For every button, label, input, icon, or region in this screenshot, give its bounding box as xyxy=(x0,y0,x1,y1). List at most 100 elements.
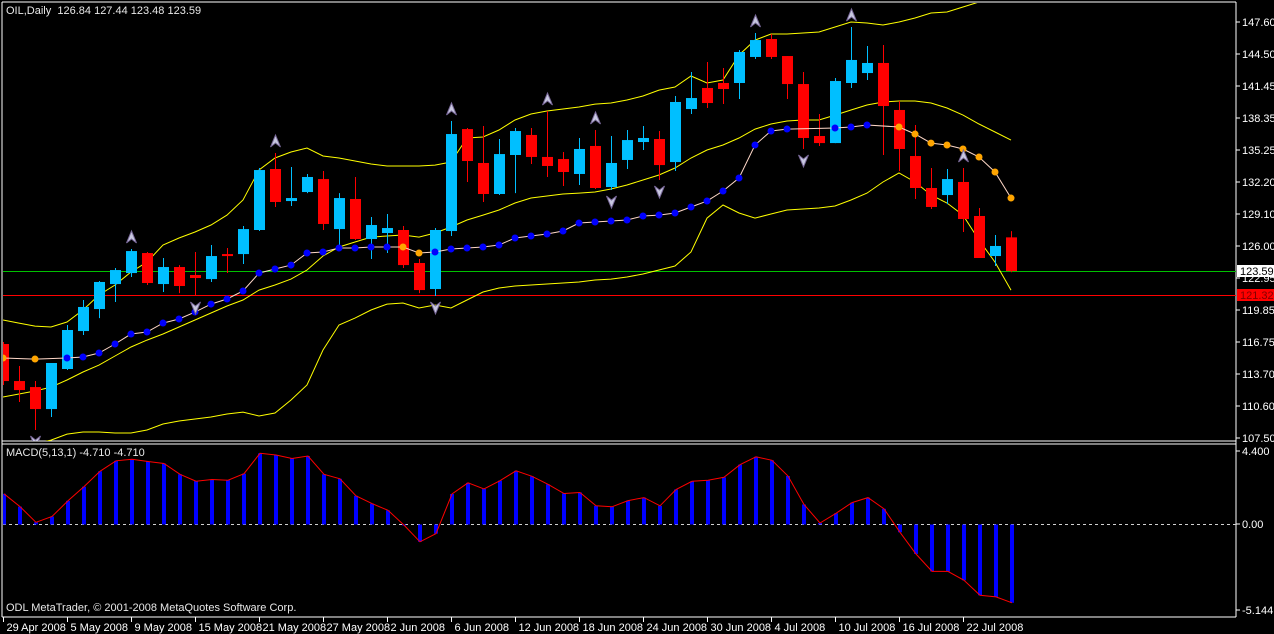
candle-body xyxy=(142,253,153,284)
macd-bar xyxy=(258,453,262,525)
candle[interactable] xyxy=(622,129,633,169)
candle[interactable] xyxy=(206,245,217,282)
macd-bar xyxy=(834,513,838,525)
candle[interactable] xyxy=(222,248,233,274)
macd-bar xyxy=(66,500,70,525)
fractal-up-arrow-icon xyxy=(542,91,553,106)
candle[interactable] xyxy=(30,381,41,431)
candle[interactable] xyxy=(750,32,761,60)
indicator-dot xyxy=(559,227,567,235)
fractal-up-arrow-icon xyxy=(590,110,601,125)
macd-bar xyxy=(274,454,278,525)
candle[interactable] xyxy=(142,251,153,285)
candle-body xyxy=(974,215,985,259)
candle-body xyxy=(462,129,473,162)
candle-body xyxy=(334,198,345,230)
candle[interactable] xyxy=(414,259,425,294)
candle[interactable] xyxy=(734,50,745,99)
candle[interactable] xyxy=(318,170,329,230)
x-tick-label: 27 May 2008 xyxy=(327,622,391,634)
macd-bar xyxy=(594,505,598,525)
candle[interactable] xyxy=(334,193,345,248)
macd-bar xyxy=(946,524,950,572)
fractal-down-arrow-icon xyxy=(30,435,41,441)
candle[interactable] xyxy=(46,362,57,418)
candle-body xyxy=(62,330,73,370)
candle[interactable] xyxy=(254,167,265,232)
candle[interactable] xyxy=(702,62,713,109)
candle[interactable] xyxy=(590,129,601,190)
candle[interactable] xyxy=(830,78,841,144)
candle-body xyxy=(14,381,25,391)
x-tick-label: 24 Jun 2008 xyxy=(647,622,708,634)
candle[interactable] xyxy=(174,265,185,294)
candle[interactable] xyxy=(1006,231,1017,273)
chart-canvas[interactable]: 147.60 144.50 141.45 138.35 135.25 132.20 129.… xyxy=(0,0,1274,634)
candle[interactable] xyxy=(94,281,105,319)
macd-y-tick-label: 4.400 xyxy=(1242,446,1270,458)
candle[interactable] xyxy=(494,139,505,196)
indicator-dot xyxy=(31,355,39,363)
macd-bar xyxy=(562,493,566,525)
candle[interactable] xyxy=(782,56,793,99)
candle[interactable] xyxy=(286,167,297,207)
candle[interactable] xyxy=(0,342,9,385)
candle[interactable] xyxy=(894,101,905,171)
x-tick-label: 9 May 2008 xyxy=(135,622,192,634)
candle[interactable] xyxy=(542,111,553,177)
candle[interactable] xyxy=(126,248,137,277)
x-tick-label: 29 Apr 2008 xyxy=(7,622,66,634)
indicator-dot xyxy=(751,141,759,149)
macd-panel[interactable] xyxy=(2,452,1236,604)
candle[interactable] xyxy=(990,234,1001,266)
fractal-up-arrow-icon xyxy=(270,133,281,148)
candle[interactable] xyxy=(574,137,585,185)
candle[interactable] xyxy=(62,325,73,371)
macd-bar xyxy=(642,497,646,525)
candle-body xyxy=(510,131,521,155)
price-panel[interactable] xyxy=(0,0,1236,455)
candle[interactable] xyxy=(878,45,889,155)
candle[interactable] xyxy=(302,173,313,194)
candle[interactable] xyxy=(430,228,441,296)
candle-body xyxy=(478,162,489,195)
macd-bar xyxy=(226,480,230,525)
indicator-dot xyxy=(607,217,615,225)
indicator-dot xyxy=(367,243,375,251)
fractal-down-arrow-icon xyxy=(654,185,665,200)
candle-body xyxy=(798,84,809,138)
candle[interactable] xyxy=(14,366,25,402)
candle[interactable] xyxy=(238,226,249,265)
candle[interactable] xyxy=(350,176,361,241)
candle[interactable] xyxy=(558,151,569,187)
candle[interactable] xyxy=(606,136,617,191)
candle[interactable] xyxy=(462,128,473,182)
indicator-dot xyxy=(543,230,551,238)
macd-bar xyxy=(786,475,790,525)
candle[interactable] xyxy=(974,208,985,259)
macd-bar xyxy=(754,456,758,525)
candle[interactable] xyxy=(190,251,201,296)
candle[interactable] xyxy=(670,95,681,171)
candle[interactable] xyxy=(638,126,649,151)
candle[interactable] xyxy=(158,258,169,293)
macd-bar xyxy=(930,524,934,572)
indicator-dot xyxy=(95,349,103,357)
candle[interactable] xyxy=(446,120,457,237)
candle-body xyxy=(670,101,681,163)
candle[interactable] xyxy=(942,168,953,205)
candle[interactable] xyxy=(366,217,377,260)
candle[interactable] xyxy=(926,167,937,210)
candle[interactable] xyxy=(110,267,121,302)
indicator-dots-line xyxy=(3,124,1012,360)
candle[interactable] xyxy=(846,26,857,88)
candle-body xyxy=(1006,237,1017,272)
candle[interactable] xyxy=(798,72,809,149)
candle[interactable] xyxy=(766,34,777,60)
candle[interactable] xyxy=(510,128,521,194)
candle-body xyxy=(750,40,761,57)
candle[interactable] xyxy=(526,128,537,165)
candle-body xyxy=(926,187,937,207)
indicator-dot xyxy=(703,197,711,205)
candle[interactable] xyxy=(862,45,873,80)
